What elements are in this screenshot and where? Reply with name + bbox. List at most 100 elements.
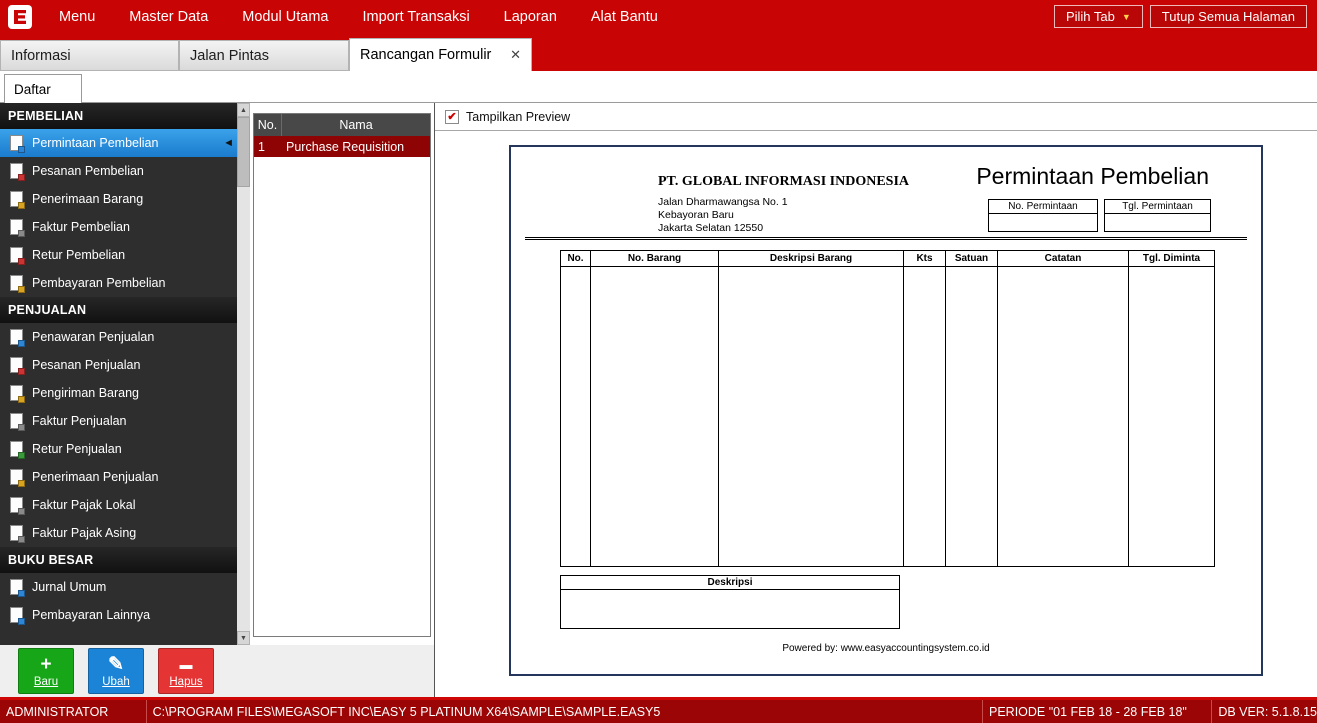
faktur-penjualan-icon: [10, 413, 23, 429]
form-col-satuan: Satuan: [946, 251, 998, 266]
double-rule-divider: [525, 237, 1247, 240]
tampilkan-preview-label[interactable]: Tampilkan Preview: [466, 110, 570, 124]
list-row[interactable]: 1 Purchase Requisition: [254, 136, 430, 157]
check-icon: ✔: [447, 110, 456, 123]
tgl-permintaan-label: Tgl. Permintaan: [1104, 199, 1211, 214]
faktur-pajak-asing-icon: [10, 525, 23, 541]
tab-jalan-pintas[interactable]: Jalan Pintas: [179, 40, 349, 71]
company-name: PT. GLOBAL INFORMASI INDONESIA: [658, 174, 909, 190]
sidebar-item-pesanan-penjualan[interactable]: Pesanan Penjualan: [0, 351, 237, 379]
sidebar-item-retur-penjualan[interactable]: Retur Penjualan: [0, 435, 237, 463]
menu-bar: Menu Master Data Modul Utama Import Tran…: [0, 0, 1317, 33]
menu-item-alat-bantu[interactable]: Alat Bantu: [574, 9, 675, 25]
scroll-down-icon[interactable]: ▼: [237, 631, 250, 645]
deskripsi-box: Deskripsi: [560, 575, 900, 629]
close-icon[interactable]: ✕: [492, 47, 521, 63]
menu-item-modul-utama[interactable]: Modul Utama: [225, 9, 345, 25]
sidebar-item-faktur-penjualan[interactable]: Faktur Penjualan: [0, 407, 237, 435]
form-col-kts: Kts: [904, 251, 946, 266]
form-body-col: [904, 267, 946, 566]
form-col-tgl-diminta: Tgl. Diminta: [1129, 251, 1214, 266]
list-header-no[interactable]: No.: [254, 114, 282, 136]
address-line-3: Jakarta Selatan 12550: [658, 222, 788, 235]
pembayaran-pembelian-icon: [10, 275, 23, 291]
jurnal-umum-icon: [10, 579, 23, 595]
form-col-no-barang: No. Barang: [591, 251, 719, 266]
sidebar-scrollbar[interactable]: ▲ ▼: [237, 103, 250, 645]
statusbar-user: ADMINISTRATOR: [0, 705, 146, 719]
sidebar-item-label: Penawaran Penjualan: [32, 330, 154, 344]
sidebar-item-penawaran-penjualan[interactable]: Penawaran Penjualan: [0, 323, 237, 351]
baru-button[interactable]: + Baru: [18, 648, 74, 694]
list-cell-nama: Purchase Requisition: [282, 136, 430, 157]
sidebar-item-faktur-pembelian[interactable]: Faktur Pembelian: [0, 213, 237, 241]
tutup-semua-label: Tutup Semua Halaman: [1162, 9, 1295, 24]
tab-informasi[interactable]: Informasi: [0, 40, 179, 71]
menu-item-laporan[interactable]: Laporan: [487, 9, 574, 25]
penerimaan-penjualan-icon: [10, 469, 23, 485]
ubah-label: Ubah: [102, 676, 130, 688]
sidebar-item-label: Penerimaan Penjualan: [32, 470, 158, 484]
sidebar-item-jurnal-umum[interactable]: Jurnal Umum: [0, 573, 237, 601]
plus-icon: +: [40, 655, 51, 675]
sidebar-item-label: Pesanan Penjualan: [32, 358, 140, 372]
sidebar-item-penerimaan-barang[interactable]: Penerimaan Barang: [0, 185, 237, 213]
scroll-up-icon[interactable]: ▲: [237, 103, 250, 117]
list-header-row: No. Nama: [254, 114, 430, 136]
retur-penjualan-icon: [10, 441, 23, 457]
sidebar-item-retur-pembelian[interactable]: Retur Pembelian: [0, 241, 237, 269]
chevron-down-icon: ▼: [1122, 12, 1131, 22]
list-header-nama[interactable]: Nama: [282, 114, 430, 136]
scrollbar-thumb[interactable]: [237, 117, 250, 187]
faktur-pembelian-icon: [10, 219, 23, 235]
subtab-row: Daftar: [0, 71, 1317, 103]
pencil-icon: ✎: [108, 655, 124, 675]
no-permintaan-value: [988, 214, 1098, 232]
tab-rancangan-formulir[interactable]: Rancangan Formulir ✕: [349, 38, 532, 71]
menu-item-import-transaksi[interactable]: Import Transaksi: [346, 9, 487, 25]
sidebar-item-label: Retur Pembelian: [32, 248, 125, 262]
form-col-deskripsi-barang: Deskripsi Barang: [719, 251, 904, 266]
sidebar-item-pesanan-pembelian[interactable]: Pesanan Pembelian: [0, 157, 237, 185]
section-header-penjualan: PENJUALAN: [0, 297, 237, 323]
retur-pembelian-icon: [10, 247, 23, 263]
sidebar-item-label: Pesanan Pembelian: [32, 164, 144, 178]
app-logo-icon: [8, 5, 32, 29]
form-col-catatan: Catatan: [998, 251, 1129, 266]
pilih-tab-button[interactable]: Pilih Tab ▼: [1054, 5, 1143, 28]
form-title: Permintaan Pembelian: [976, 163, 1209, 190]
form-col-no: No.: [561, 251, 591, 266]
address-line-1: Jalan Dharmawangsa No. 1: [658, 196, 788, 209]
list-cell-no: 1: [254, 136, 282, 157]
app-window: Menu Master Data Modul Utama Import Tran…: [0, 0, 1317, 723]
sidebar-item-pembayaran-pembelian[interactable]: Pembayaran Pembelian: [0, 269, 237, 297]
sidebar-item-label: Pembayaran Pembelian: [32, 276, 165, 290]
sidebar-item-permintaan-pembelian[interactable]: Permintaan Pembelian ◄: [0, 129, 237, 157]
action-bar: + Baru ✎ Ubah ▬ Hapus: [0, 645, 434, 697]
ubah-button[interactable]: ✎ Ubah: [88, 648, 144, 694]
preview-toggle-row: ✔ Tampilkan Preview: [435, 103, 1317, 131]
form-design-list: No. Nama 1 Purchase Requisition: [253, 113, 431, 637]
tutup-semua-halaman-button[interactable]: Tutup Semua Halaman: [1150, 5, 1307, 28]
tampilkan-preview-checkbox[interactable]: ✔: [445, 110, 459, 124]
pengiriman-barang-icon: [10, 385, 23, 401]
section-header-pembelian: PEMBELIAN: [0, 103, 237, 129]
sidebar-item-label: Faktur Pajak Asing: [32, 526, 136, 540]
form-preview-document: PT. GLOBAL INFORMASI INDONESIA Jalan Dha…: [509, 145, 1263, 676]
preview-panel: ✔ Tampilkan Preview PT. GLOBAL INFORMASI…: [434, 103, 1317, 697]
penerimaan-barang-icon: [10, 191, 23, 207]
sidebar-item-penerimaan-penjualan[interactable]: Penerimaan Penjualan: [0, 463, 237, 491]
sidebar-item-faktur-pajak-lokal[interactable]: Faktur Pajak Lokal: [0, 491, 237, 519]
pesanan-penjualan-icon: [10, 357, 23, 373]
sidebar-item-pengiriman-barang[interactable]: Pengiriman Barang: [0, 379, 237, 407]
tgl-permintaan-box: Tgl. Permintaan: [1104, 199, 1211, 232]
menu-item-master-data[interactable]: Master Data: [112, 9, 225, 25]
tab-daftar-label: Daftar: [14, 82, 51, 97]
sidebar-item-pembayaran-lainnya[interactable]: Pembayaran Lainnya: [0, 601, 237, 629]
sidebar-item-faktur-pajak-asing[interactable]: Faktur Pajak Asing: [0, 519, 237, 547]
sidebar-item-label: Permintaan Pembelian: [32, 136, 158, 150]
hapus-button[interactable]: ▬ Hapus: [158, 648, 214, 694]
menu-item-menu[interactable]: Menu: [42, 9, 112, 25]
statusbar-db-version: DB VER: 5.1.8.15: [1212, 705, 1317, 719]
tab-daftar[interactable]: Daftar: [4, 74, 82, 103]
